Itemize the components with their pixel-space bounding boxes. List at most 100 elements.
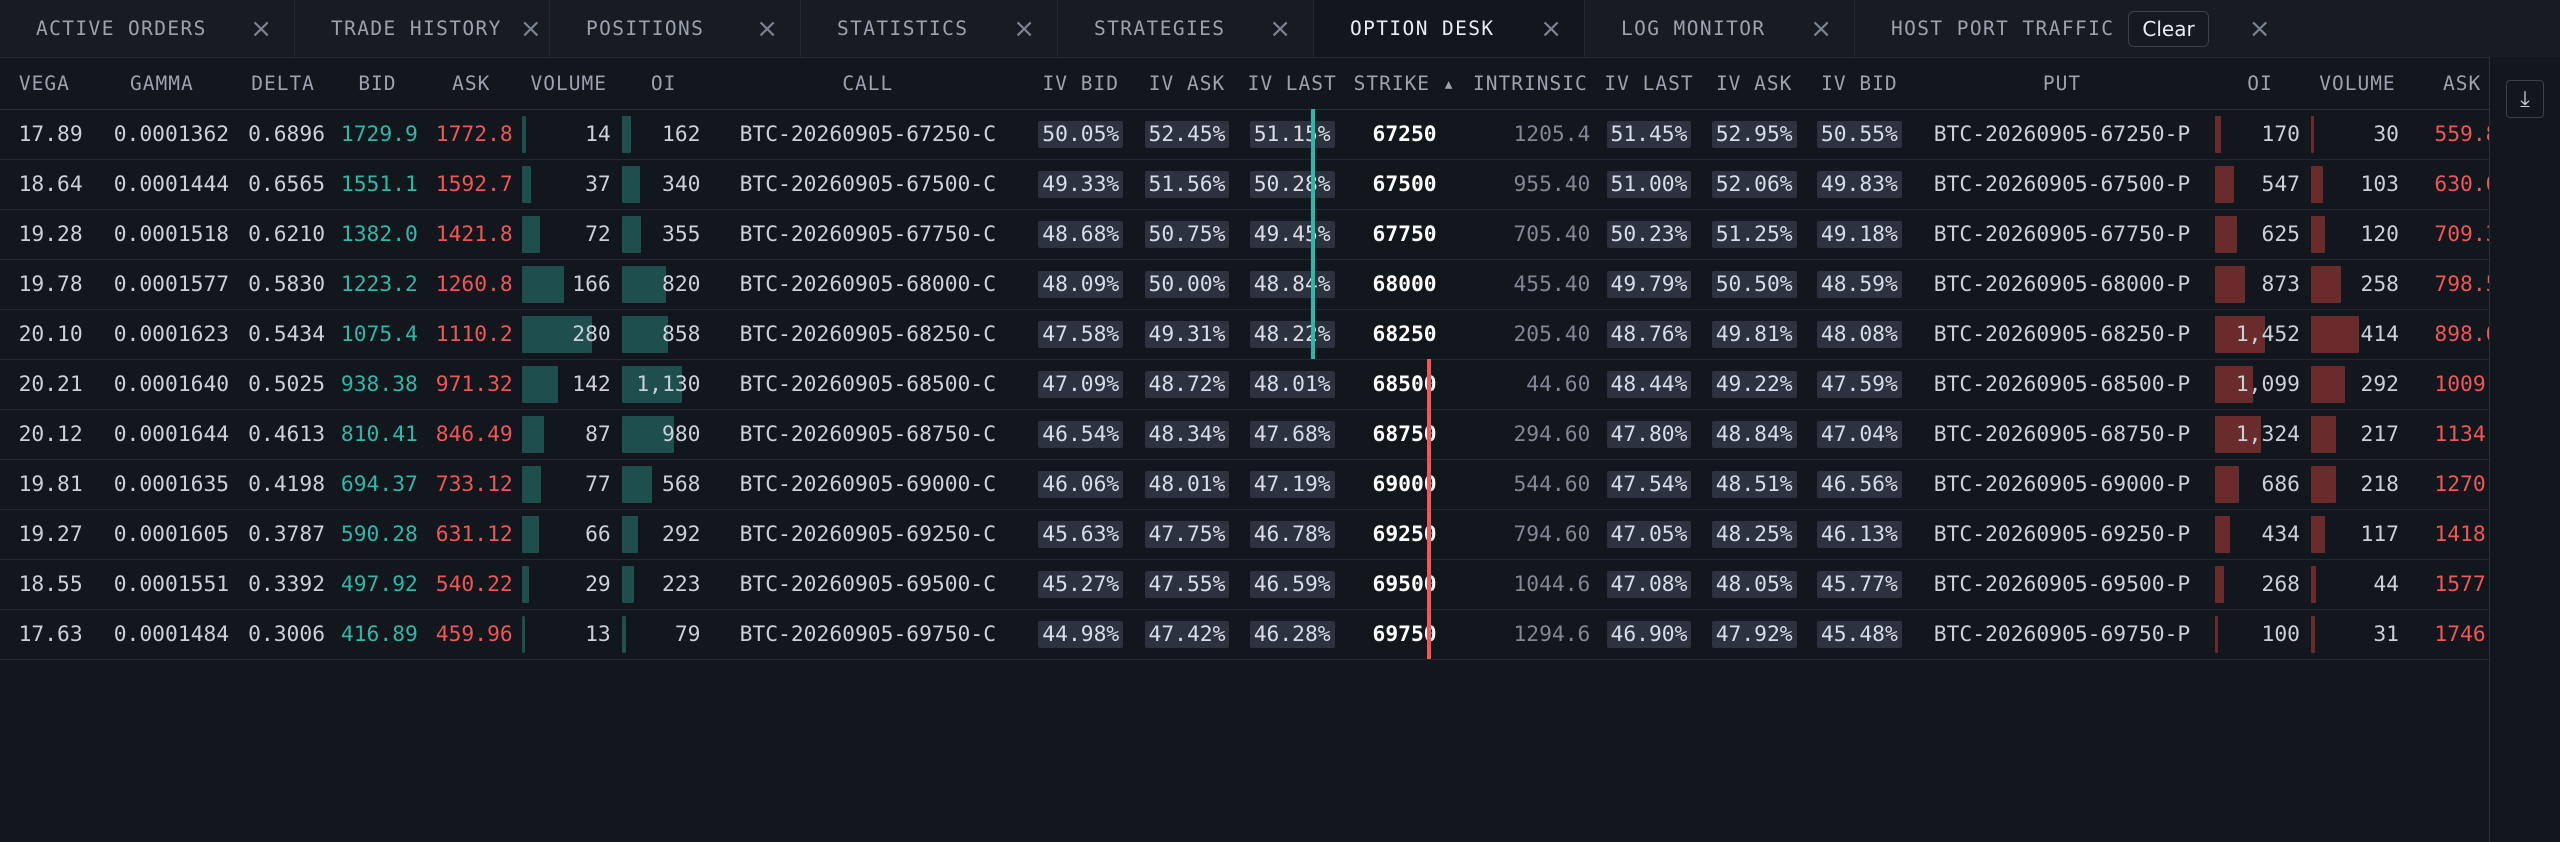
tab-log-monitor[interactable]: LOG MONITOR × (1585, 0, 1855, 57)
put-volume-cell-bar (2310, 166, 2323, 203)
put-volume-cell-bar (2310, 616, 2315, 653)
put-symbol-cell: BTC-20260905-67750-P (1911, 209, 2213, 260)
call-iv-bid-cell-value: 47.58% (1038, 321, 1124, 348)
put-iv-bid-cell-value: 49.83% (1816, 171, 1902, 198)
close-icon[interactable]: × (1810, 16, 1832, 42)
put-iv-bid-cell: 48.59% (1806, 259, 1912, 310)
call-volume-cell-bar (521, 266, 564, 303)
table-row[interactable]: 19.28 0.0001518 0.6210 1382.0 1421.8 72 355 BTC… (0, 209, 2489, 260)
table-row[interactable]: 17.63 0.0001484 0.3006 416.89 459.96 13 79 BTC-… (0, 609, 2489, 660)
close-icon[interactable]: × (1269, 16, 1291, 42)
column-header: IV BID (1027, 57, 1135, 110)
gamma-cell: 0.0001577 (88, 259, 236, 310)
put-iv-bid-cell-value: 48.59% (1816, 271, 1902, 298)
tab-option-desk[interactable]: OPTION DESK × (1314, 0, 1585, 57)
column-header[interactable]: STRIKE ▴ (1344, 57, 1465, 110)
strike-cell: 68250 (1344, 309, 1465, 360)
column-header: GAMMA (88, 57, 236, 110)
call-symbol-cell: BTC-20260905-68000-C (708, 259, 1028, 310)
put-volume-cell-value: 217 (2360, 422, 2399, 447)
put-iv-last-cell: 51.45% (1596, 109, 1702, 160)
strike-cell: 68000 (1344, 259, 1465, 310)
table-row[interactable]: 17.89 0.0001362 0.6896 1729.9 1772.8 14 162 BTC… (0, 109, 2489, 160)
download-icon[interactable]: ⤓ (2506, 80, 2544, 118)
tab-trade-history[interactable]: TRADE HISTORY × (295, 0, 550, 57)
call-oi-cell-value: 820 (662, 272, 701, 297)
close-icon[interactable]: × (2249, 16, 2271, 42)
call-volume-cell-value: 29 (585, 572, 611, 597)
table-row[interactable]: 20.12 0.0001644 0.4613 810.41 846.49 87 980 BTC… (0, 409, 2489, 460)
tab-host-port-traffic[interactable]: HOST PORT TRAFFIC Clear × (1855, 0, 2271, 57)
table-row[interactable]: 19.81 0.0001635 0.4198 694.37 733.12 77 568 BTC… (0, 459, 2489, 510)
call-iv-ask-cell: 51.56% (1134, 159, 1240, 210)
table-row[interactable]: 20.10 0.0001623 0.5434 1075.4 1110.2 280 858 BT… (0, 309, 2489, 360)
call-oi-cell: 1,130 (618, 359, 709, 410)
put-oi-cell-bar (2215, 466, 2240, 503)
call-iv-last-cell: 46.59% (1239, 559, 1345, 610)
put-oi-cell-bar (2215, 166, 2235, 203)
put-iv-bid-cell: 45.77% (1806, 559, 1912, 610)
call-oi-cell-bar (621, 616, 626, 653)
tab-label: LOG MONITOR (1621, 17, 1766, 40)
clear-button[interactable]: Clear (2128, 10, 2209, 47)
tab-active-orders[interactable]: ACTIVE ORDERS × (0, 0, 295, 57)
close-icon[interactable]: × (520, 16, 542, 42)
put-volume-cell: 258 (2307, 259, 2407, 310)
tab-statistics[interactable]: STATISTICS × (801, 0, 1058, 57)
call-bid-cell: 590.28 (331, 509, 424, 560)
call-volume-cell: 29 (518, 559, 619, 610)
intrinsic-cell: 1044.6 (1464, 559, 1597, 610)
close-icon[interactable]: × (1013, 16, 1035, 42)
call-volume-cell-value: 166 (572, 272, 611, 297)
call-iv-bid-cell: 45.27% (1027, 559, 1135, 610)
tab-positions[interactable]: POSITIONS × (550, 0, 801, 57)
close-icon[interactable]: × (756, 16, 778, 42)
strike-cell: 69250 (1344, 509, 1465, 560)
put-oi-cell: 625 (2212, 209, 2308, 260)
put-volume-cell-bar (2310, 316, 2359, 353)
call-bid-cell: 1223.2 (331, 259, 424, 310)
close-icon[interactable]: × (250, 16, 272, 42)
call-volume-cell-bar (521, 516, 539, 553)
column-header: BID (331, 57, 424, 110)
table-row[interactable]: 19.78 0.0001577 0.5830 1223.2 1260.8 166 820 BT… (0, 259, 2489, 310)
call-volume-cell: 37 (518, 159, 619, 210)
put-iv-ask-cell-value: 50.50% (1711, 271, 1797, 298)
table-row[interactable]: 18.64 0.0001444 0.6565 1551.1 1592.7 37 340 BTC… (0, 159, 2489, 210)
vega-cell: 19.27 (0, 509, 89, 560)
delta-cell: 0.4198 (235, 459, 332, 510)
put-iv-ask-cell: 48.51% (1701, 459, 1807, 510)
call-volume-cell-bar (521, 166, 531, 203)
call-volume-cell: 142 (518, 359, 619, 410)
call-iv-last-cell-value: 46.78% (1249, 521, 1335, 548)
table-row[interactable]: 18.55 0.0001551 0.3392 497.92 540.22 29 223 BTC… (0, 559, 2489, 610)
gamma-cell: 0.0001551 (88, 559, 236, 610)
tab-strategies[interactable]: STRATEGIES × (1058, 0, 1314, 57)
call-bid-cell: 810.41 (331, 409, 424, 460)
call-volume-cell-value: 66 (585, 522, 611, 547)
put-oi-cell: 1,099 (2212, 359, 2308, 410)
put-oi-cell: 1,452 (2212, 309, 2308, 360)
gamma-cell: 0.0001640 (88, 359, 236, 410)
call-volume-cell-bar (521, 466, 541, 503)
call-iv-bid-cell-value: 48.68% (1038, 221, 1124, 248)
put-ask-cell: 1270.6 (2406, 459, 2489, 510)
call-oi-cell-bar (621, 566, 634, 603)
call-bid-cell: 416.89 (331, 609, 424, 660)
put-iv-ask-cell: 51.25% (1701, 209, 1807, 260)
put-volume-cell: 117 (2307, 509, 2407, 560)
table-row[interactable]: 19.27 0.0001605 0.3787 590.28 631.12 66 292 BTC… (0, 509, 2489, 560)
call-symbol-cell: BTC-20260905-67250-C (708, 109, 1028, 160)
call-oi-cell-value: 355 (662, 222, 701, 247)
call-oi-cell: 162 (618, 109, 709, 160)
close-icon[interactable]: × (1540, 16, 1562, 42)
delta-cell: 0.4613 (235, 409, 332, 460)
call-iv-last-cell: 50.28% (1239, 159, 1345, 210)
table-row[interactable]: 20.21 0.0001640 0.5025 938.38 971.32 142 1,130… (0, 359, 2489, 410)
call-iv-bid-cell: 47.58% (1027, 309, 1135, 360)
call-iv-last-cell: 48.22% (1239, 309, 1345, 360)
call-ask-cell: 1110.2 (423, 309, 519, 360)
call-iv-ask-cell: 48.01% (1134, 459, 1240, 510)
put-iv-ask-cell: 48.84% (1701, 409, 1807, 460)
put-oi-cell: 1,324 (2212, 409, 2308, 460)
